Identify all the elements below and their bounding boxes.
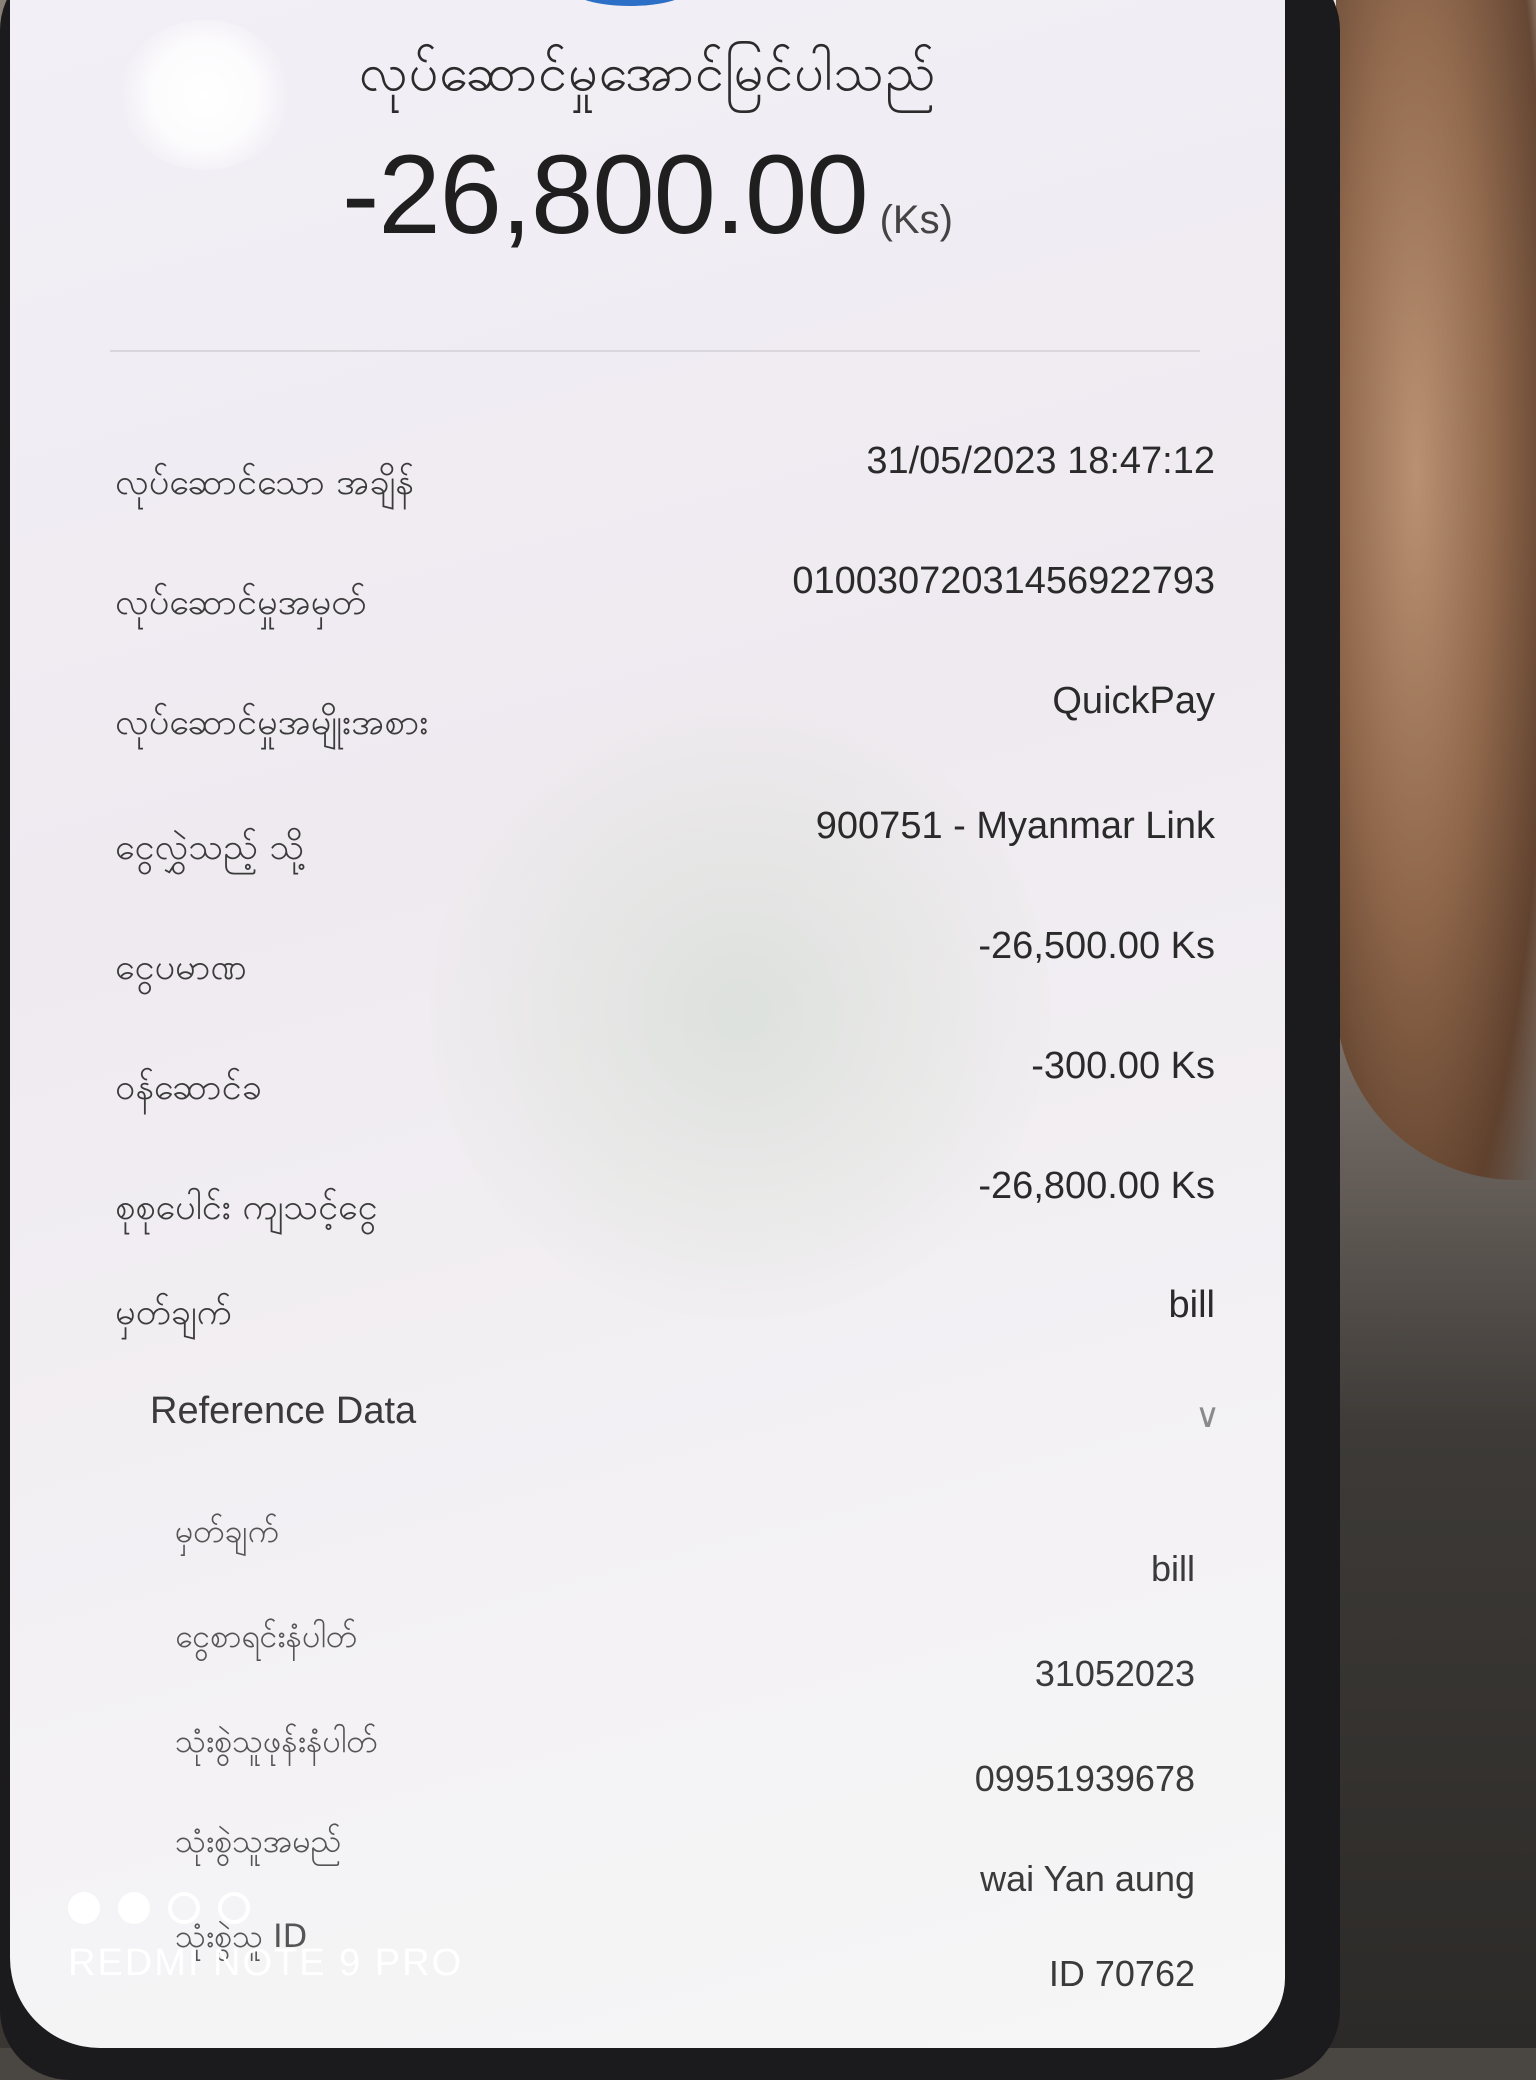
watermark-dot bbox=[218, 1892, 250, 1924]
watermark-dot bbox=[168, 1892, 200, 1924]
reference-row-phone: သုံးစွဲသူဖုန်းနံပါတ် 09951939678 bbox=[175, 1720, 1195, 1810]
chevron-down-icon[interactable]: ∨ bbox=[1195, 1396, 1220, 1436]
reference-value: wai Yan aung bbox=[980, 1858, 1195, 1899]
reference-label: မှတ်ချက် bbox=[175, 1512, 279, 1550]
detail-row-total: စုစုပေါင်း ကျသင့်ငွေ -26,800.00 Ks bbox=[115, 1165, 1215, 1235]
detail-value: 01003072031456922793 bbox=[792, 560, 1215, 602]
amount-value: -26,800.00 bbox=[342, 132, 869, 257]
reference-row-account-number: ငွေစာရင်းနံပါတ် 31052023 bbox=[175, 1615, 1195, 1705]
detail-label: ဝန်ဆောင်ခ bbox=[115, 1067, 262, 1108]
reference-row-note: မှတ်ချက် bill bbox=[175, 1510, 1195, 1600]
reference-label: သုံးစွဲသူဖုန်းနံပါတ် bbox=[175, 1722, 378, 1760]
total-amount: -26,800.00 (Ks) bbox=[10, 130, 1285, 259]
detail-row-transaction-type: လုပ်ဆောင်မှုအမျိုးအစား QuickPay bbox=[115, 680, 1215, 750]
reference-label: ငွေစာရင်းနံပါတ် bbox=[175, 1617, 358, 1655]
detail-row-service-fee: ဝန်ဆောင်ခ -300.00 Ks bbox=[115, 1045, 1215, 1115]
detail-label: မှတ်ချက် bbox=[115, 1292, 232, 1333]
status-title: လုပ်ဆောင်မှုအောင်မြင်ပါသည် bbox=[358, 43, 937, 103]
reference-data-title: Reference Data bbox=[150, 1390, 417, 1432]
detail-row-note: မှတ်ချက် bill bbox=[115, 1270, 1215, 1340]
success-icon bbox=[570, 0, 690, 6]
camera-watermark: REDMI NOTE 9 PRO bbox=[68, 1892, 463, 1985]
reference-label: သုံးစွဲသူအမည် bbox=[175, 1822, 342, 1860]
detail-label: ငွေလွှဲသည့် သို့ bbox=[115, 827, 305, 868]
reference-value: 09951939678 bbox=[974, 1758, 1195, 1799]
reference-value: 31052023 bbox=[1034, 1653, 1195, 1694]
detail-value: QuickPay bbox=[1052, 680, 1215, 722]
watermark-text: REDMI NOTE 9 PRO bbox=[68, 1942, 464, 1984]
detail-row-time: လုပ်ဆောင်သော အချိန် 31/05/2023 18:47:12 bbox=[115, 440, 1215, 510]
detail-value: 900751 - Myanmar Link bbox=[815, 805, 1215, 847]
detail-row-amount: ငွေပမာဏ -26,500.00 Ks bbox=[115, 925, 1215, 995]
detail-row-transfer-to: ငွေလွှဲသည့် သို့ 900751 - Myanmar Link bbox=[115, 805, 1215, 875]
watermark-dots bbox=[68, 1892, 463, 1924]
detail-value: -300.00 Ks bbox=[1031, 1045, 1215, 1087]
detail-label: လုပ်ဆောင်မှုအမှတ် bbox=[115, 582, 367, 623]
detail-row-transaction-id: လုပ်ဆောင်မှုအမှတ် 01003072031456922793 bbox=[115, 560, 1215, 630]
reference-value: bill bbox=[1150, 1548, 1195, 1589]
detail-label: စုစုပေါင်း ကျသင့်ငွေ bbox=[115, 1187, 378, 1228]
watermark-dot bbox=[68, 1892, 100, 1924]
reference-data-toggle[interactable]: Reference Data ∨ bbox=[150, 1390, 1220, 1450]
hand-thumb bbox=[1336, 0, 1536, 1180]
watermark-dot bbox=[118, 1892, 150, 1924]
reference-value: ID 70762 bbox=[1048, 1953, 1195, 1994]
amount-currency: (Ks) bbox=[879, 198, 953, 242]
divider bbox=[110, 350, 1200, 352]
detail-label: လုပ်ဆောင်သော အချိန် bbox=[115, 462, 414, 503]
detail-value: -26,800.00 Ks bbox=[978, 1165, 1215, 1207]
receipt-screen: လုပ်ဆောင်မှုအောင်မြင်ပါသည် -26,800.00 (Ks… bbox=[10, 0, 1285, 2048]
detail-label: ငွေပမာဏ bbox=[115, 947, 247, 988]
detail-value: bill bbox=[1168, 1284, 1215, 1326]
detail-value: -26,500.00 Ks bbox=[978, 925, 1215, 967]
detail-label: လုပ်ဆောင်မှုအမျိုးအစား bbox=[115, 702, 429, 743]
detail-value: 31/05/2023 18:47:12 bbox=[866, 440, 1215, 482]
